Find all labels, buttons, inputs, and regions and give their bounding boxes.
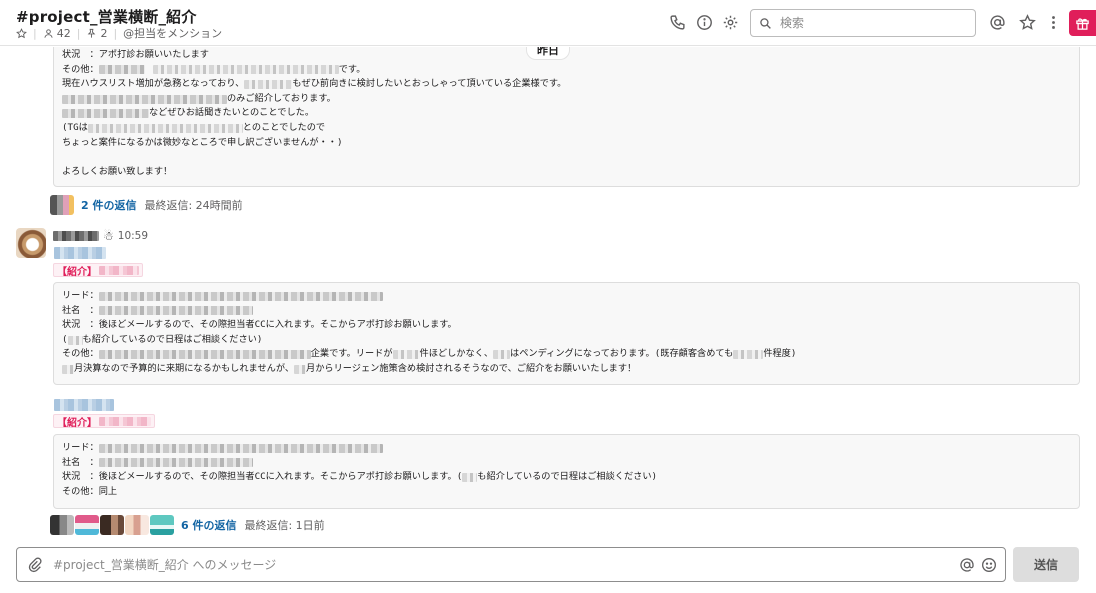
message-composer[interactable] [16,547,1006,582]
code-line: その他： 同上 [62,485,118,497]
message-code-block: リード： 社名 ： 状況 ：後ほどメールするので、その際担当者CCに入れます。そ… [53,282,1080,385]
search-icon [760,17,771,29]
code-line: 月決算なので予算的に来期になるかもしれませんが、 月からリージェン施策含め検討され… [62,362,1071,377]
phone-icon[interactable] [668,13,686,31]
avatar [75,515,99,535]
search-input[interactable] [780,16,970,30]
code-line: などぜひお話聞きたいとのことでした。 [62,106,1071,121]
send-button[interactable]: 送信 [1013,547,1079,582]
code-line: 社名 ： [62,456,1071,471]
code-line: 現在ハウスリスト増加が急務となっており、 もぜひ前向きに検討したいとおっしゃって頂… [62,78,567,90]
intro-tag: 【紹介】 [53,414,155,429]
sender-name[interactable] [53,231,99,241]
gear-icon[interactable] [721,13,739,31]
avatar [150,515,174,535]
search-box[interactable] [750,9,976,37]
more-icon[interactable] [1044,13,1062,31]
at-icon[interactable] [988,13,1006,31]
channel-topic[interactable]: @担当をメンション [123,25,222,41]
code-line: リード： [62,289,1071,304]
code-line: 状況 ：後ほどメールするので、その際担当者CCに入れます。そこからアポ打診お願い… [62,471,658,483]
code-line: リード： [62,441,1071,456]
code-line: のみご紹介しております。 [62,92,1071,107]
avatar [50,515,74,535]
thread-replies-link[interactable]: 6 件の返信 [181,517,236,533]
reply-avatars [50,515,175,535]
snowman-icon: ☃ [103,229,114,243]
channel-title[interactable]: #project_営業横断_紹介 [16,6,197,27]
message-input[interactable] [53,557,959,572]
code-line: ちょっと案件になるかは微妙なところで申し訳ございませんが・・) [62,136,343,148]
code-line: その他： です。 [62,63,366,75]
member-count[interactable]: 42 [43,27,71,40]
message-list[interactable]: 昨日 状況 ：アポ打診お願いいたします その他： です。 現在ハウスリスト増加が急… [0,47,1096,537]
reply-avatars [50,195,75,215]
code-line: (も紹介しているので日程はご相談ください) [62,333,263,345]
avatar [125,515,149,535]
channel-meta: | 42 | 2 | @担当をメンション [16,26,222,40]
thread-replies-link[interactable]: 2 件の返信 [81,197,136,213]
thread-last-reply: 最終返信: 24時間前 [144,199,243,212]
code-line: 社名 ： [62,304,1071,319]
user-mention[interactable] [54,399,114,411]
thread-summary[interactable]: 2 件の返信 最終返信: 24時間前 [50,195,243,215]
paperclip-icon[interactable] [17,557,53,573]
info-icon[interactable] [695,13,713,31]
thread-last-reply: 最終返信: 1日前 [244,519,325,532]
avatar[interactable] [16,228,46,258]
pinned-count[interactable]: 2 [86,27,107,40]
channel-header: #project_営業横断_紹介 | 42 | 2 | @担当をメンション [0,0,1096,46]
member-count-value: 42 [56,26,71,40]
day-divider[interactable]: 昨日 [526,47,570,60]
code-line: (TGは とのことでしたので [62,121,326,133]
code-line: よろしくお願い致します！ [62,165,173,177]
message-timestamp[interactable]: 10:59 [118,230,148,242]
star-icon[interactable] [16,27,27,39]
emoji-icon[interactable] [981,557,997,573]
avatar [50,195,74,215]
at-icon[interactable] [959,557,975,573]
user-mention[interactable] [54,247,106,259]
avatar [100,515,124,535]
intro-tag: 【紹介】 [53,263,143,278]
star-icon[interactable] [1018,13,1036,31]
pin-icon [88,28,96,38]
gift-icon [1076,17,1089,30]
gift-button[interactable] [1069,10,1096,36]
message-code-block: リード： 社名 ： 状況 ：後ほどメールするので、その際担当者CCに入れます。そ… [53,434,1080,509]
message-code-block: 状況 ：アポ打診お願いいたします その他： です。 現在ハウスリスト増加が急務とな… [53,47,1080,187]
code-line: 状況 ：後ほどメールするので、その際担当者CCに入れます。そこからアポ打診お願い… [62,319,457,331]
pinned-count-value: 2 [100,26,108,40]
person-icon [44,28,53,38]
code-line: その他： 企業です。リードが 件ほどしかなく、 はペンディングになっております。(既存… [62,348,797,360]
thread-summary[interactable]: 6 件の返信 最終返信: 1日前 [50,515,325,535]
message-header: ☃ 10:59 [53,229,148,243]
